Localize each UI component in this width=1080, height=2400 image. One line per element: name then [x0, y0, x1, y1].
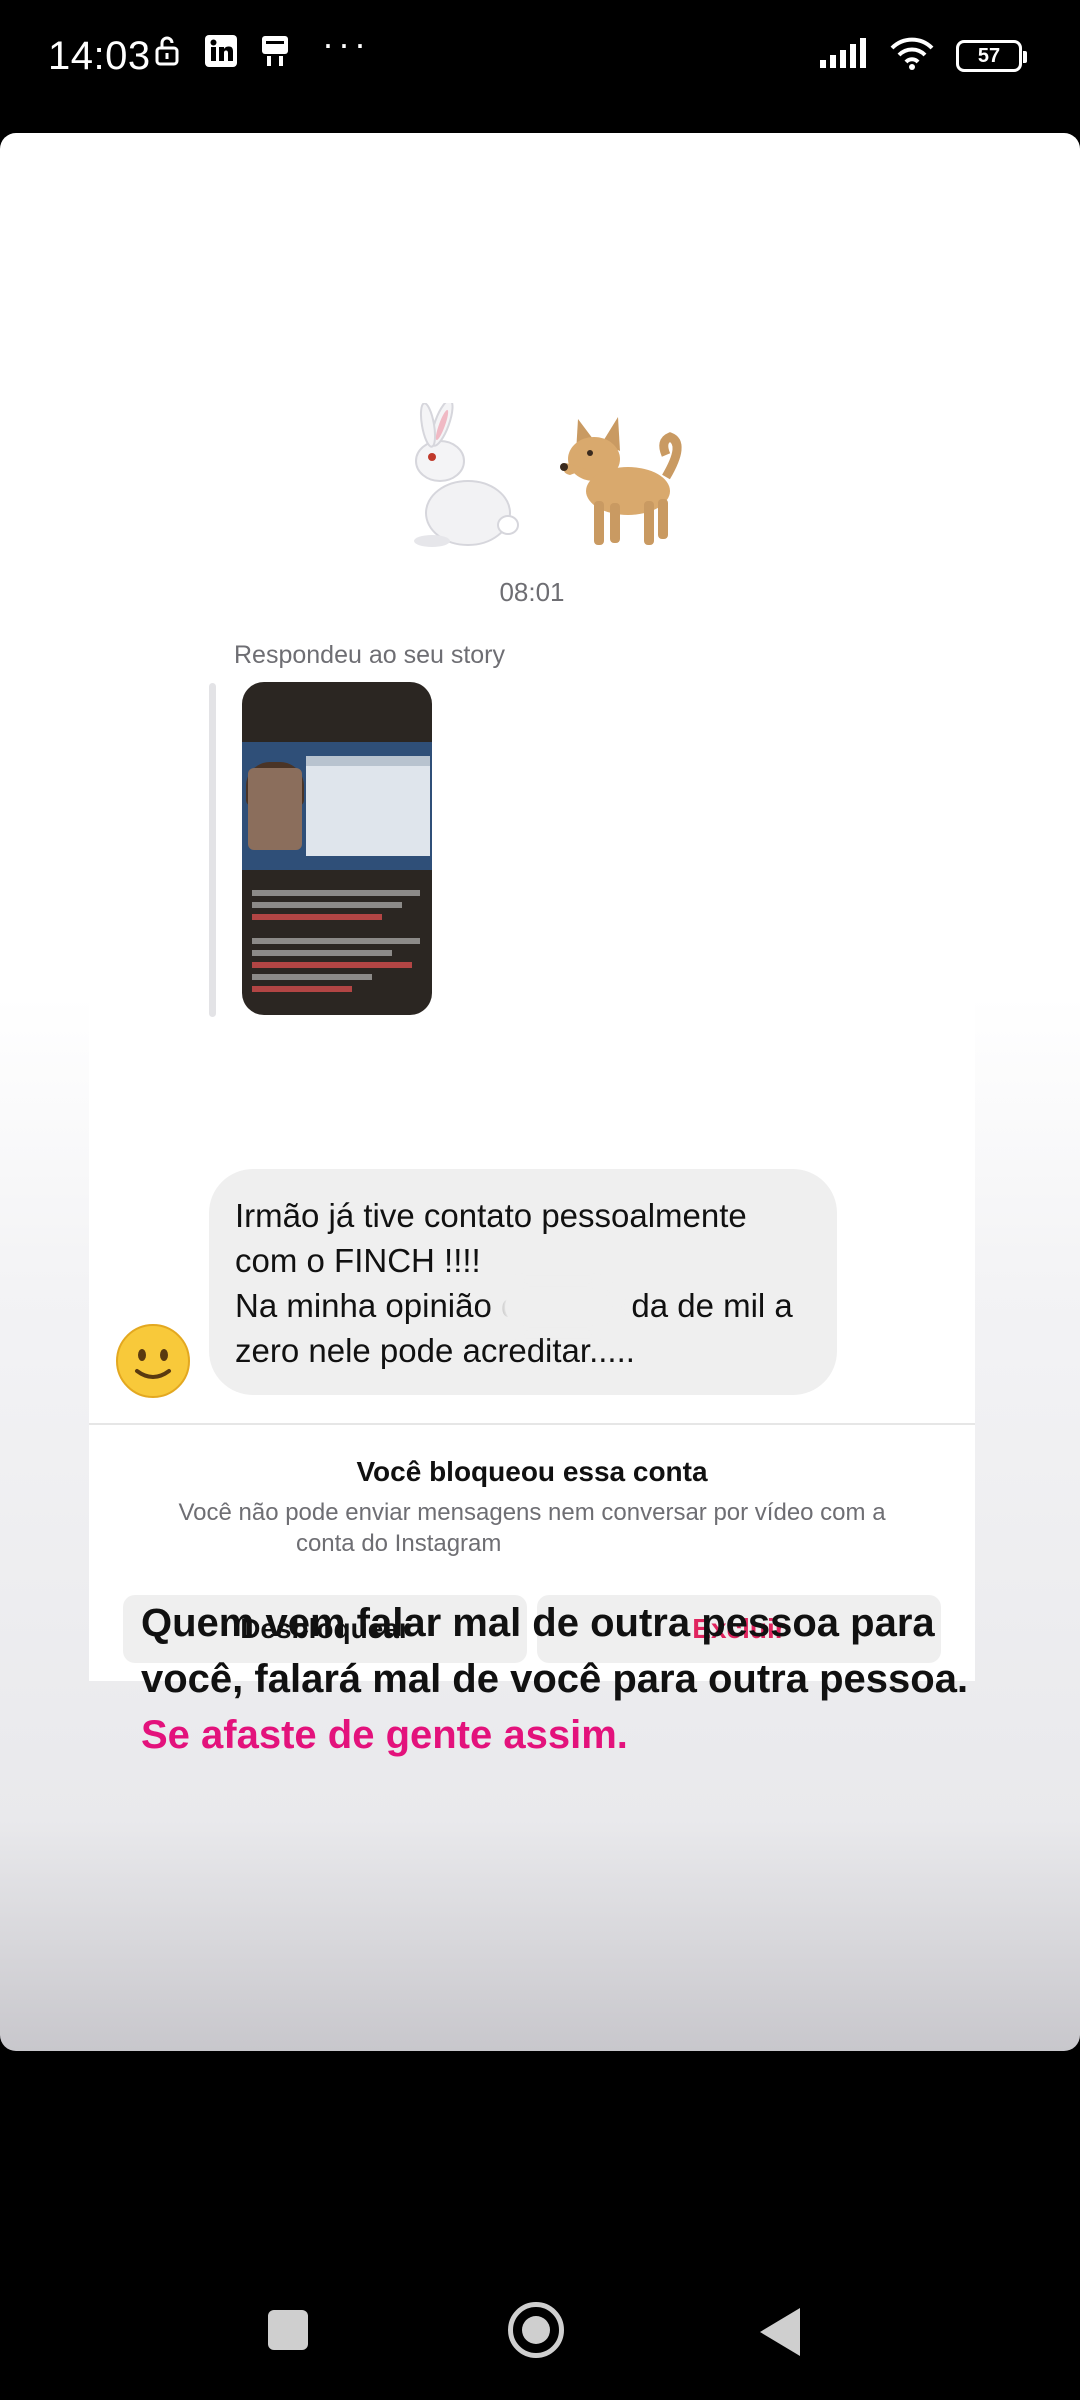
reply-indicator-line [209, 683, 216, 1017]
signal-icon [820, 38, 868, 73]
status-right-icons: 57 [820, 36, 1027, 75]
notification-icon [258, 34, 292, 68]
chat-panel: 08:01 Respondeu ao seu story Irmão já ti… [89, 563, 975, 1681]
recents-button[interactable] [268, 2310, 308, 2350]
status-time: 14:03 [48, 34, 151, 78]
more-icon: ··· [322, 23, 370, 64]
status-left-icons: ··· [150, 23, 370, 68]
dog-icon [536, 403, 686, 553]
message-line: com o FINCH !!!! [235, 1242, 481, 1279]
back-button[interactable] [760, 2308, 800, 2356]
screen: 14:03 ··· 57 08:01 Respondeu ao seu stor… [0, 0, 1080, 2400]
wifi-icon [890, 36, 934, 75]
quote-accent: Se afaste de gente assim. [141, 1713, 628, 1757]
message-line: Irmão já tive contato pessoalmente [235, 1197, 747, 1234]
blocked-description: Você não pode enviar mensagens nem conve… [178, 1499, 886, 1557]
blocked-title: Você bloqueou essa conta [356, 1456, 708, 1487]
message-bubble[interactable]: Irmão já tive contato pessoalmente com o… [209, 1169, 837, 1395]
thumbnail-screen [242, 742, 432, 870]
home-button[interactable] [508, 2302, 564, 2358]
navigation-bar [0, 2220, 1080, 2400]
battery-icon: 57 [956, 39, 1027, 72]
linkedin-icon [204, 34, 238, 68]
story-quote: Quem vem falar mal de outra pessoa para … [141, 1595, 1001, 1763]
redacted-text [505, 1289, 611, 1325]
avatar[interactable] [115, 1323, 191, 1399]
chat-timestamp: 08:01 [499, 577, 565, 607]
reply-label: Respondeu ao seu story [234, 641, 506, 669]
story-card[interactable]: 08:01 Respondeu ao seu story Irmão já ti… [0, 133, 1080, 2051]
divider [89, 1423, 975, 1425]
status-bar: 14:03 ··· 57 [0, 0, 1080, 120]
rabbit-icon [380, 403, 530, 553]
emoji-row [380, 403, 686, 553]
message-line: zero nele pode acreditar..... [235, 1332, 635, 1369]
quote-main: Quem vem falar mal de outra pessoa para … [141, 1601, 969, 1701]
lock-open-icon [150, 34, 184, 68]
story-thumbnail[interactable] [242, 682, 432, 1015]
